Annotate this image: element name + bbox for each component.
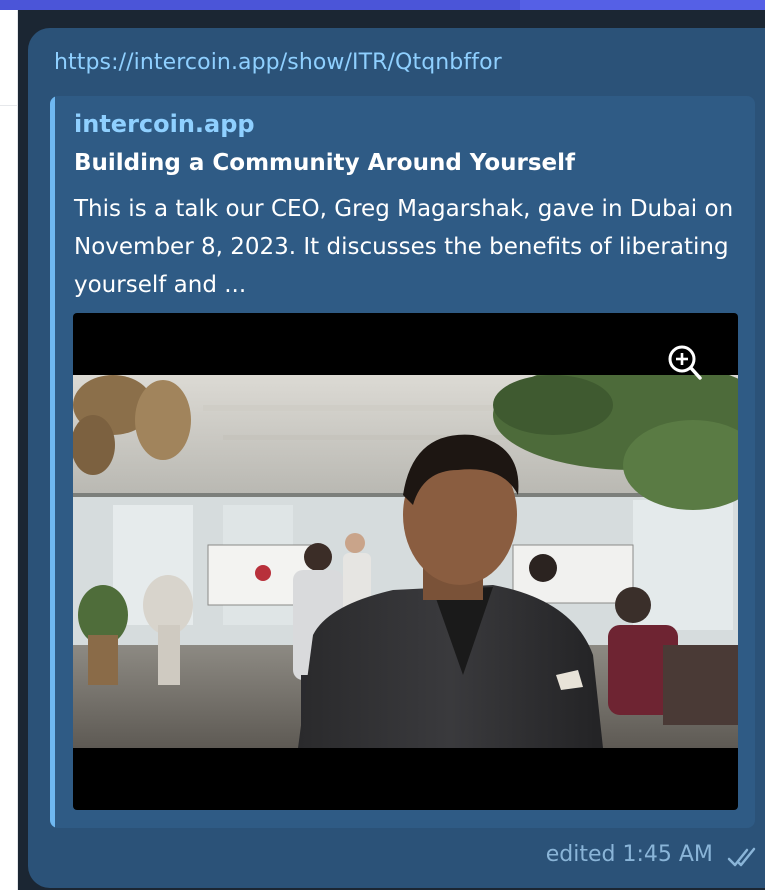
left-panel-edge xyxy=(0,10,18,890)
preview-photo xyxy=(73,375,738,748)
link-preview-media[interactable] xyxy=(73,313,738,810)
message-link[interactable]: https://intercoin.app/show/ITR/Qtqnbffor xyxy=(54,50,502,75)
link-preview-description: This is a talk our CEO, Greg Magarshak, … xyxy=(74,196,734,298)
top-accent-bar-right xyxy=(520,0,765,10)
link-preview-accent-bar xyxy=(50,96,55,828)
link-preview-site-name[interactable]: intercoin.app xyxy=(74,110,255,138)
message-meta: edited 1:45 AM xyxy=(500,842,760,872)
zoom-in-icon xyxy=(668,345,702,380)
zoom-button[interactable] xyxy=(664,342,708,382)
left-panel-divider xyxy=(0,105,18,106)
double-check-icon xyxy=(727,847,756,866)
edited-timestamp: edited 1:45 AM xyxy=(545,842,713,867)
link-preview-title[interactable]: Building a Community Around Yourself xyxy=(74,150,575,176)
